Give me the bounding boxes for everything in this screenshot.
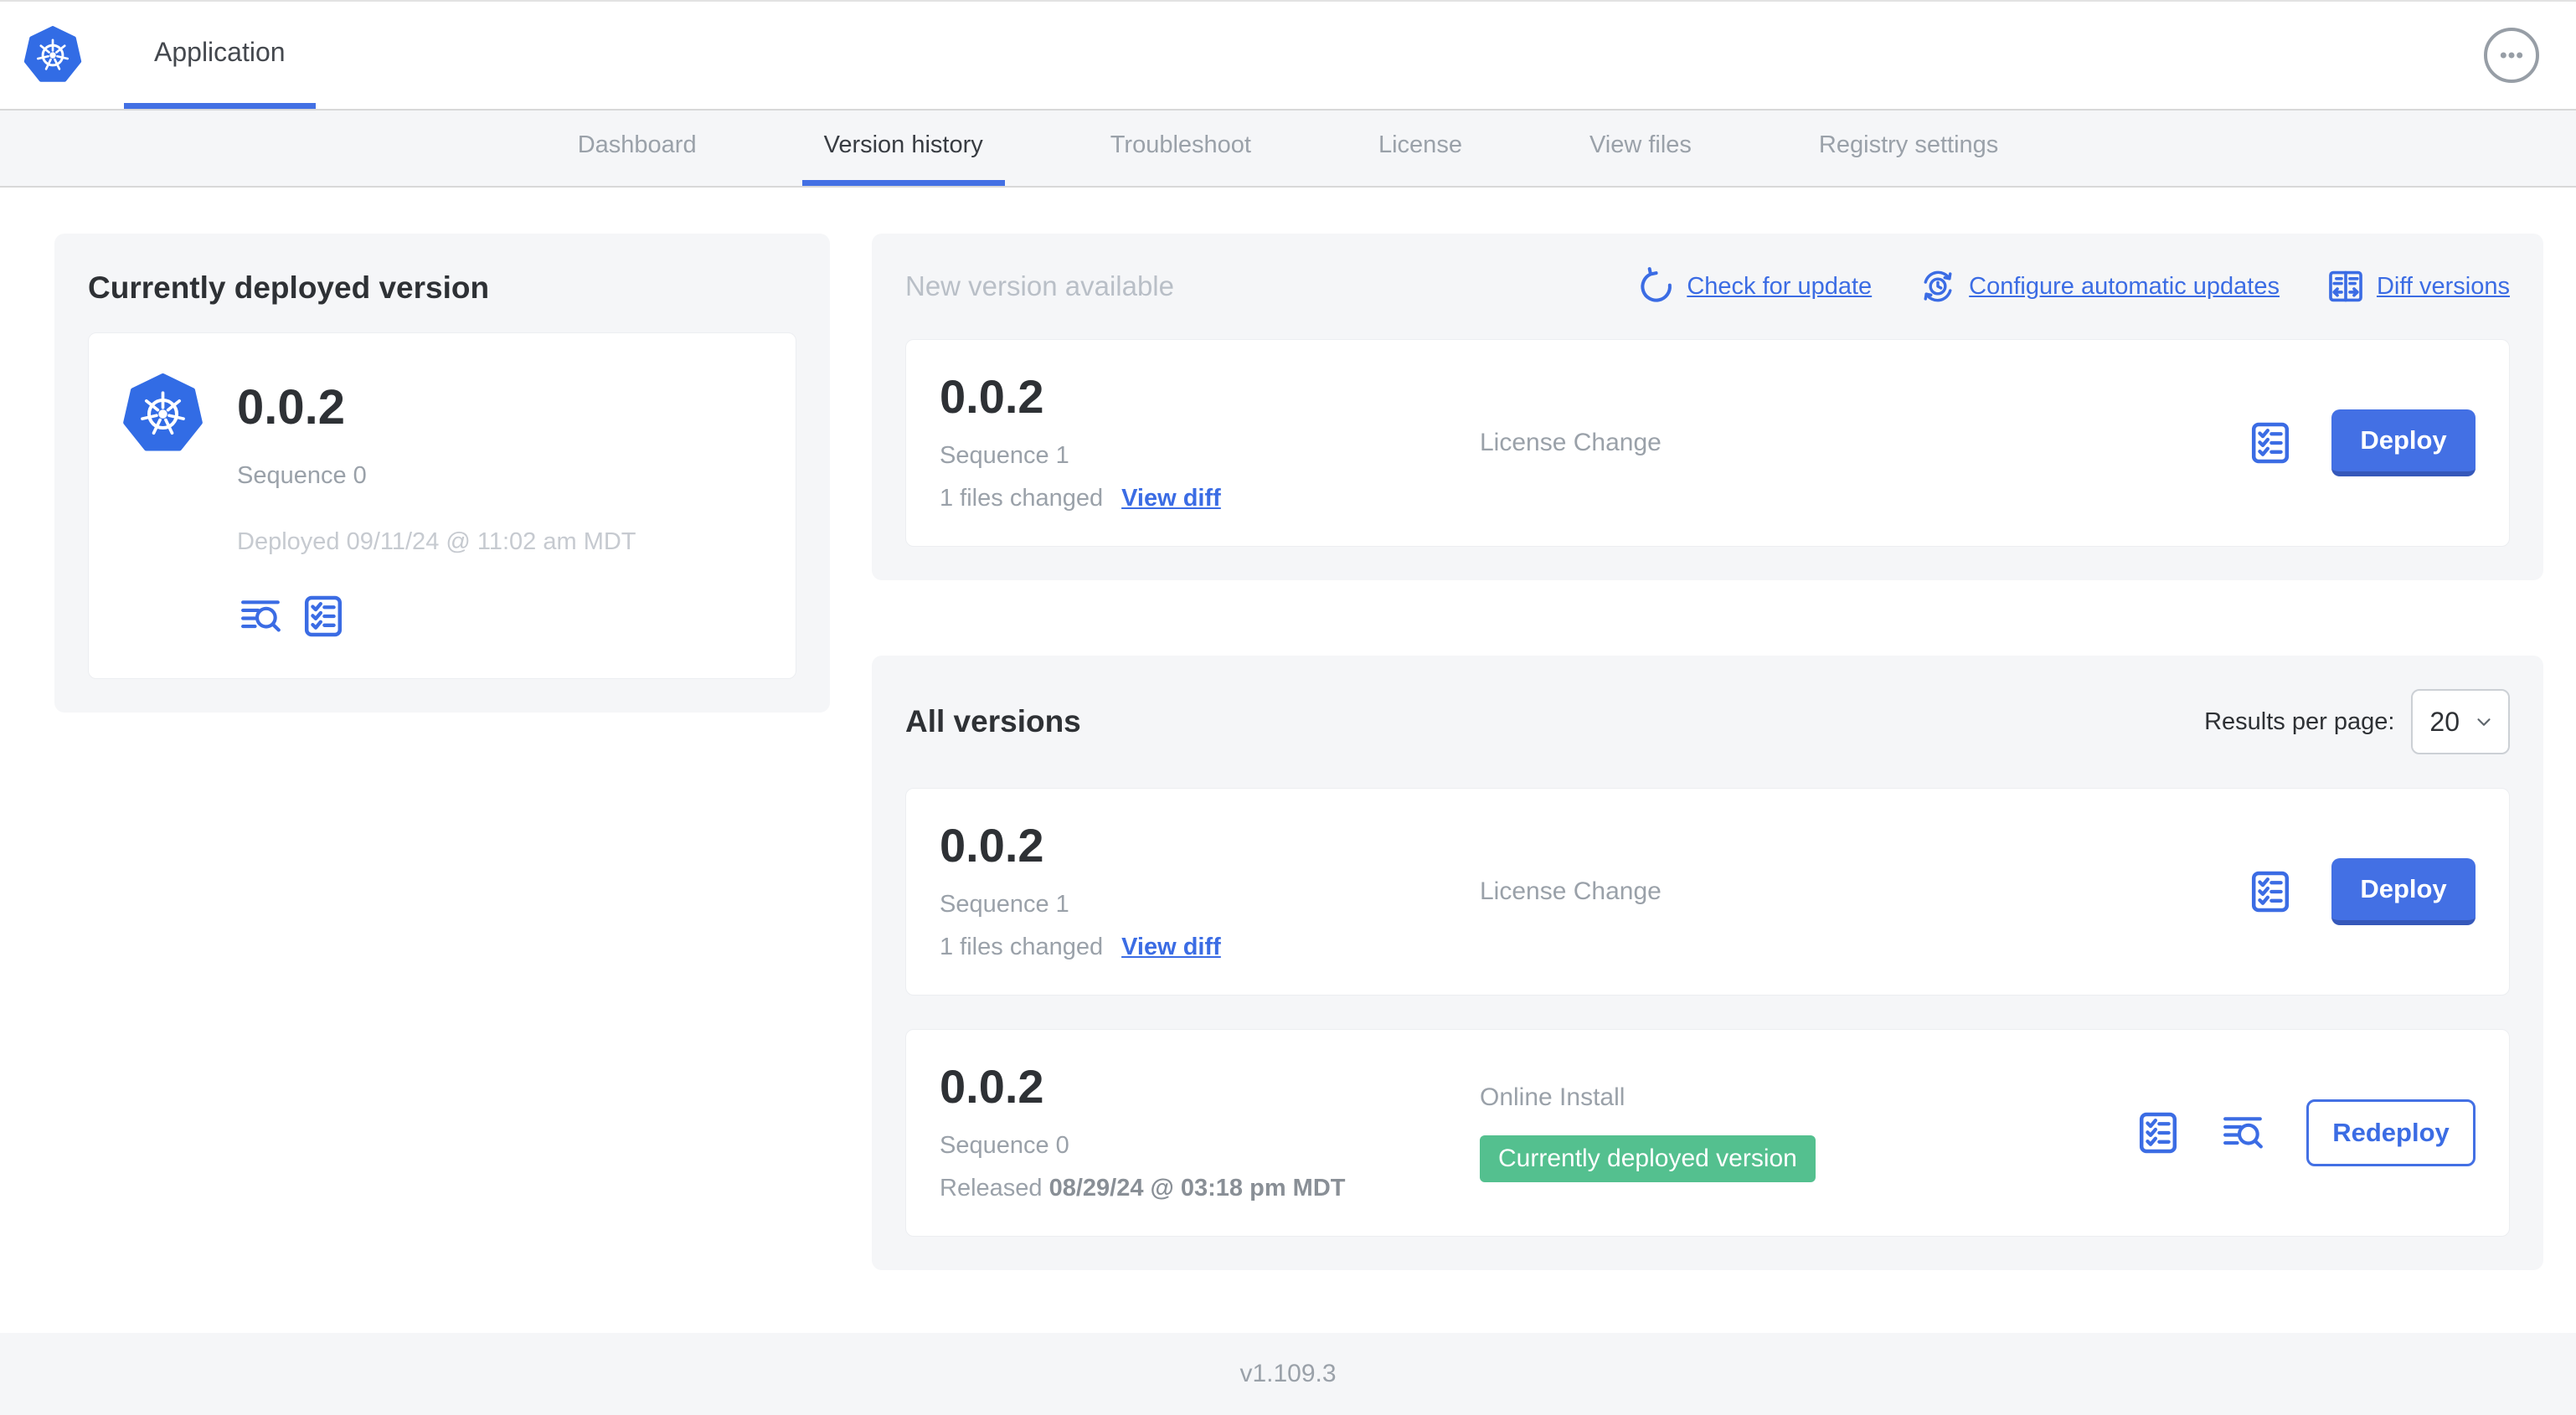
preflight-checks-icon[interactable] bbox=[2248, 419, 2293, 466]
tab-dashboard[interactable]: Dashboard bbox=[556, 111, 719, 186]
tab-label: View files bbox=[1589, 131, 1692, 158]
current-version-sequence: Sequence 0 bbox=[237, 462, 367, 489]
deploy-button[interactable]: Deploy bbox=[2331, 858, 2476, 925]
diff-versions-link[interactable]: Diff versions bbox=[2326, 267, 2510, 306]
version-info: 0.0.2 Sequence 1 1 files changed View di… bbox=[940, 373, 1480, 512]
results-per-page-select[interactable]: 20 bbox=[2411, 689, 2510, 754]
release-type-label: License Change bbox=[1480, 429, 1662, 456]
redeploy-button[interactable]: Redeploy bbox=[2306, 1099, 2476, 1166]
results-per-page-label: Results per page: bbox=[2204, 708, 2395, 735]
released-label: Released bbox=[940, 1175, 1049, 1201]
overflow-menu-button[interactable] bbox=[2484, 28, 2539, 83]
page-footer: v1.109.3 bbox=[0, 1333, 2576, 1415]
tab-label: Troubleshoot bbox=[1110, 131, 1251, 158]
version-sequence: Sequence 0 bbox=[940, 1132, 1069, 1159]
new-version-card: 0.0.2 Sequence 1 1 files changed View di… bbox=[905, 339, 2510, 547]
new-version-panel: New version available Check for update C… bbox=[872, 234, 2543, 580]
chevron-down-icon bbox=[2477, 718, 2491, 726]
preflight-checks-icon[interactable] bbox=[301, 593, 346, 640]
preflight-checks-icon[interactable] bbox=[2136, 1109, 2181, 1156]
preflight-checks-icon[interactable] bbox=[2248, 868, 2293, 915]
results-per-page-value: 20 bbox=[2429, 706, 2460, 737]
version-sequence: Sequence 1 bbox=[940, 891, 1069, 918]
tab-label: License bbox=[1378, 131, 1462, 158]
all-versions-title: All versions bbox=[905, 704, 1081, 738]
main-content: Currently deployed version 0.0.2 Sequenc… bbox=[0, 188, 2576, 1333]
files-changed-label: 1 files changed bbox=[940, 485, 1104, 512]
files-changed-label: 1 files changed bbox=[940, 934, 1104, 960]
ellipsis-icon bbox=[2495, 39, 2528, 72]
version-number: 0.0.2 bbox=[940, 819, 1044, 872]
configure-automatic-updates-label: Configure automatic updates bbox=[1969, 272, 2280, 300]
tab-view-files[interactable]: View files bbox=[1568, 111, 1713, 186]
diff-versions-label: Diff versions bbox=[2376, 272, 2510, 300]
version-actions: Redeploy bbox=[2136, 1099, 2476, 1166]
release-type-label: License Change bbox=[1480, 877, 1662, 905]
current-version-actions bbox=[237, 593, 636, 640]
right-column: New version available Check for update C… bbox=[872, 234, 2543, 1270]
view-logs-icon[interactable] bbox=[237, 595, 286, 637]
view-diff-link[interactable]: View diff bbox=[1121, 934, 1221, 961]
version-sequence: Sequence 1 bbox=[940, 442, 1069, 469]
kubernetes-logo-icon bbox=[23, 26, 82, 85]
app-tab-label: Application bbox=[154, 37, 286, 67]
version-actions: Deploy bbox=[2248, 409, 2476, 476]
diff-icon bbox=[2329, 270, 2362, 302]
app-tab-application[interactable]: Application bbox=[124, 2, 316, 109]
configure-automatic-updates-link[interactable]: Configure automatic updates bbox=[1919, 267, 2280, 306]
tab-label: Registry settings bbox=[1818, 131, 1999, 158]
new-version-links: Check for update Configure automatic upd… bbox=[1636, 267, 2510, 306]
current-version-card: 0.0.2 Sequence 0 Deployed 09/11/24 @ 11:… bbox=[88, 332, 796, 679]
version-info: 0.0.2 Sequence 0 Released 08/29/24 @ 03:… bbox=[940, 1063, 1480, 1202]
all-versions-panel: All versions Results per page: 20 0.0.2 … bbox=[872, 656, 2543, 1270]
release-type-label: Online Install bbox=[1480, 1083, 1625, 1111]
check-for-update-link[interactable]: Check for update bbox=[1636, 267, 1872, 306]
secondary-nav: Dashboard Version history Troubleshoot L… bbox=[0, 109, 2576, 188]
version-released-date: Released 08/29/24 @ 03:18 pm MDT bbox=[940, 1175, 1480, 1202]
currently-deployed-panel: Currently deployed version 0.0.2 Sequenc… bbox=[54, 234, 830, 713]
released-date: 08/29/24 @ 03:18 pm MDT bbox=[1048, 1175, 1346, 1201]
version-row: 0.0.2 Sequence 1 1 files changed View di… bbox=[905, 788, 2510, 996]
app-header: Application bbox=[0, 2, 2576, 109]
new-version-title: New version available bbox=[905, 270, 1174, 301]
current-version-deployed-date: Deployed 09/11/24 @ 11:02 am MDT bbox=[237, 528, 636, 555]
version-row: 0.0.2 Sequence 0 Released 08/29/24 @ 03:… bbox=[905, 1029, 2510, 1237]
version-number: 0.0.2 bbox=[940, 370, 1044, 423]
tab-troubleshoot[interactable]: Troubleshoot bbox=[1089, 111, 1273, 186]
check-for-update-label: Check for update bbox=[1687, 272, 1873, 300]
tab-registry-settings[interactable]: Registry settings bbox=[1797, 111, 2020, 186]
admin-console-version: v1.109.3 bbox=[1239, 1360, 1337, 1387]
currently-deployed-badge: Currently deployed version bbox=[1480, 1135, 1816, 1182]
auto-update-clock-icon bbox=[1924, 270, 1952, 302]
view-logs-icon[interactable] bbox=[2219, 1112, 2268, 1154]
deploy-button[interactable]: Deploy bbox=[2331, 409, 2476, 476]
refresh-icon bbox=[1636, 267, 1675, 306]
version-info: 0.0.2 Sequence 1 1 files changed View di… bbox=[940, 822, 1480, 961]
app-icon-kubernetes bbox=[122, 373, 204, 455]
tab-label: Version history bbox=[823, 131, 983, 158]
tab-label: Dashboard bbox=[577, 131, 697, 158]
version-actions: Deploy bbox=[2248, 858, 2476, 925]
current-version-number: 0.0.2 bbox=[237, 380, 345, 435]
currently-deployed-title: Currently deployed version bbox=[88, 270, 490, 305]
tab-version-history[interactable]: Version history bbox=[801, 111, 1005, 186]
tab-license[interactable]: License bbox=[1357, 111, 1484, 186]
view-diff-link[interactable]: View diff bbox=[1121, 485, 1221, 512]
current-version-info: 0.0.2 Sequence 0 Deployed 09/11/24 @ 11:… bbox=[237, 373, 636, 640]
version-number: 0.0.2 bbox=[940, 1060, 1044, 1113]
